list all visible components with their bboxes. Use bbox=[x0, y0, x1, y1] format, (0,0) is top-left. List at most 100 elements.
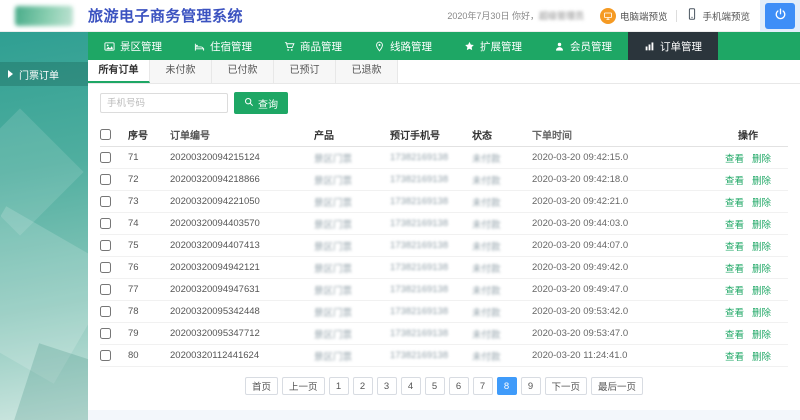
nav-item-hotel[interactable]: 住宿管理 bbox=[178, 32, 268, 60]
view-link[interactable]: 查看 bbox=[725, 327, 744, 341]
logout-button[interactable] bbox=[765, 3, 795, 29]
order-no-cell: 20200320094215124 bbox=[170, 152, 314, 163]
phone-cell: 17382169138 bbox=[390, 284, 472, 295]
table-row: 7120200320094215124景区门票17382169138未付款202… bbox=[100, 147, 788, 169]
row-checkbox[interactable] bbox=[100, 328, 111, 339]
tab-reserved[interactable]: 已预订 bbox=[274, 60, 336, 83]
view-link[interactable]: 查看 bbox=[725, 151, 744, 165]
page-8[interactable]: 8 bbox=[497, 377, 517, 395]
delete-link[interactable]: 删除 bbox=[752, 195, 771, 209]
order-tabs: 所有订单未付款已付款已预订已退款 bbox=[88, 60, 800, 84]
serial-cell: 80 bbox=[128, 350, 170, 361]
page-1[interactable]: 1 bbox=[329, 377, 349, 395]
serial-cell: 73 bbox=[128, 196, 170, 207]
time-cell: 2020-03-20 09:53:42.0 bbox=[532, 306, 708, 317]
row-checkbox[interactable] bbox=[100, 284, 111, 295]
power-area bbox=[760, 0, 800, 32]
time-cell: 2020-03-20 09:42:18.0 bbox=[532, 174, 708, 185]
pc-preview-link[interactable]: 电脑端预览 bbox=[600, 8, 668, 24]
page-first[interactable]: 首页 bbox=[245, 377, 278, 395]
order-no-cell: 20200320094407413 bbox=[170, 240, 314, 251]
row-checkbox[interactable] bbox=[100, 152, 111, 163]
page-last[interactable]: 最后一页 bbox=[591, 377, 643, 395]
user-name: 超级管理员 bbox=[539, 9, 584, 22]
page-4[interactable]: 4 bbox=[401, 377, 421, 395]
sidebar-item-ticket-orders[interactable]: 门票订单 bbox=[0, 62, 88, 86]
view-link[interactable]: 查看 bbox=[725, 217, 744, 231]
time-cell: 2020-03-20 09:44:03.0 bbox=[532, 218, 708, 229]
column-header-phone: 预订手机号 bbox=[390, 127, 472, 142]
row-checkbox-cell bbox=[100, 174, 128, 185]
extension-icon bbox=[464, 41, 475, 52]
page-7[interactable]: 7 bbox=[473, 377, 493, 395]
nav-item-label: 住宿管理 bbox=[210, 39, 252, 54]
row-checkbox[interactable] bbox=[100, 174, 111, 185]
page-9[interactable]: 9 bbox=[521, 377, 541, 395]
delete-link[interactable]: 删除 bbox=[752, 349, 771, 363]
row-checkbox-cell bbox=[100, 218, 128, 229]
product-cell: 景区门票 bbox=[314, 239, 390, 253]
tab-paid[interactable]: 已付款 bbox=[212, 60, 274, 83]
greeting-text: 2020年7月30日 你好， bbox=[447, 11, 539, 21]
tab-unpaid[interactable]: 未付款 bbox=[150, 60, 212, 83]
tab-all-orders[interactable]: 所有订单 bbox=[88, 60, 150, 83]
delete-link[interactable]: 删除 bbox=[752, 173, 771, 187]
row-checkbox[interactable] bbox=[100, 262, 111, 273]
page-3[interactable]: 3 bbox=[377, 377, 397, 395]
row-checkbox[interactable] bbox=[100, 218, 111, 229]
nav-item-goods[interactable]: 商品管理 bbox=[268, 32, 358, 60]
row-checkbox[interactable] bbox=[100, 196, 111, 207]
delete-link[interactable]: 删除 bbox=[752, 305, 771, 319]
page-next[interactable]: 下一页 bbox=[545, 377, 588, 395]
view-link[interactable]: 查看 bbox=[725, 305, 744, 319]
time-cell: 2020-03-20 09:44:07.0 bbox=[532, 240, 708, 251]
page-6[interactable]: 6 bbox=[449, 377, 469, 395]
row-checkbox[interactable] bbox=[100, 240, 111, 251]
order-no-cell: 20200320094403570 bbox=[170, 218, 314, 229]
row-checkbox[interactable] bbox=[100, 350, 111, 361]
operation-cell: 查看删除 bbox=[708, 349, 788, 363]
delete-link[interactable]: 删除 bbox=[752, 217, 771, 231]
product-cell: 景区门票 bbox=[314, 327, 390, 341]
view-link[interactable]: 查看 bbox=[725, 283, 744, 297]
mobile-preview-label: 手机端预览 bbox=[702, 9, 750, 23]
select-all-checkbox[interactable] bbox=[100, 129, 111, 140]
nav-item-extension[interactable]: 扩展管理 bbox=[448, 32, 538, 60]
nav-item-scenic[interactable]: 景区管理 bbox=[88, 32, 178, 60]
time-cell: 2020-03-20 11:24:41.0 bbox=[532, 350, 708, 361]
row-checkbox-cell bbox=[100, 284, 128, 295]
delete-link[interactable]: 删除 bbox=[752, 283, 771, 297]
page-prev[interactable]: 上一页 bbox=[282, 377, 325, 395]
nav-item-order[interactable]: 订单管理 bbox=[628, 32, 718, 60]
delete-link[interactable]: 删除 bbox=[752, 327, 771, 341]
phone-cell: 17382169138 bbox=[390, 196, 472, 207]
view-link[interactable]: 查看 bbox=[725, 261, 744, 275]
nav-item-label: 线路管理 bbox=[390, 39, 432, 54]
mobile-preview-link[interactable]: 手机端预览 bbox=[686, 8, 750, 23]
page-5[interactable]: 5 bbox=[425, 377, 445, 395]
column-header-time: 下单时间 bbox=[532, 127, 708, 142]
nav-item-member[interactable]: 会员管理 bbox=[538, 32, 628, 60]
row-checkbox[interactable] bbox=[100, 306, 111, 317]
search-button[interactable]: 查询 bbox=[234, 92, 288, 114]
delete-link[interactable]: 删除 bbox=[752, 261, 771, 275]
view-link[interactable]: 查看 bbox=[725, 349, 744, 363]
search-input[interactable] bbox=[100, 93, 228, 113]
nav-item-route[interactable]: 线路管理 bbox=[358, 32, 448, 60]
tab-refunded[interactable]: 已退款 bbox=[336, 60, 398, 83]
view-link[interactable]: 查看 bbox=[725, 195, 744, 209]
product-cell: 景区门票 bbox=[314, 349, 390, 363]
page-title: 旅游电子商务管理系统 bbox=[88, 5, 243, 26]
time-cell: 2020-03-20 09:42:21.0 bbox=[532, 196, 708, 207]
table-row: 7620200320094942121景区门票17382169138未付款202… bbox=[100, 257, 788, 279]
page-2[interactable]: 2 bbox=[353, 377, 373, 395]
view-link[interactable]: 查看 bbox=[725, 173, 744, 187]
order-no-cell: 20200320094221050 bbox=[170, 196, 314, 207]
header: 旅游电子商务管理系统 2020年7月30日 你好，超级管理员 电脑端预览 手机端… bbox=[0, 0, 800, 32]
time-cell: 2020-03-20 09:53:47.0 bbox=[532, 328, 708, 339]
time-cell: 2020-03-20 09:42:15.0 bbox=[532, 152, 708, 163]
view-link[interactable]: 查看 bbox=[725, 239, 744, 253]
delete-link[interactable]: 删除 bbox=[752, 151, 771, 165]
phone-cell: 17382169138 bbox=[390, 350, 472, 361]
delete-link[interactable]: 删除 bbox=[752, 239, 771, 253]
